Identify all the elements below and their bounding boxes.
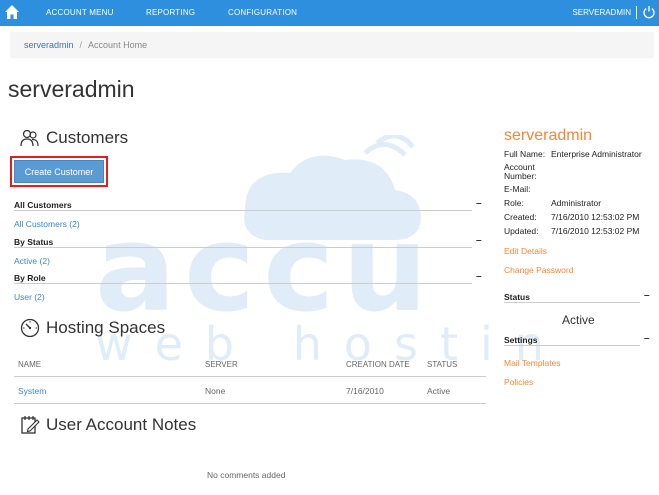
divider [14, 283, 472, 284]
breadcrumb-separator: / [79, 40, 83, 50]
label-account-number: Account Number: [504, 162, 537, 181]
edit-details-link[interactable]: Edit Details [504, 246, 547, 256]
hosting-spaces-heading: Hosting Spaces [46, 318, 166, 337]
link-active[interactable]: Active (2) [14, 256, 50, 266]
nav-reporting[interactable]: REPORTING [146, 8, 195, 17]
divider [14, 247, 472, 248]
collapse-status[interactable]: – [644, 290, 650, 301]
label-role: Role: [504, 198, 524, 208]
divider [14, 210, 472, 211]
notes-heading: User Account Notes [46, 415, 197, 434]
table-header-divider [14, 376, 486, 377]
status-heading: Status [504, 292, 530, 302]
no-comments-text: No comments added [207, 470, 286, 480]
collapse-all-customers[interactable]: – [476, 198, 482, 209]
nav-account-menu[interactable]: ACCOUNT MENU [46, 8, 114, 17]
breadcrumb-link-serveradmin[interactable]: serveradmin [24, 40, 74, 50]
collapse-settings[interactable]: – [644, 333, 650, 344]
breadcrumb: serveradmin / Account Home [10, 32, 654, 58]
hosting-space-date: 7/16/2010 [346, 386, 384, 396]
gauge-icon [20, 318, 40, 338]
hosting-space-server: None [205, 386, 226, 396]
hosting-space-status: Active [427, 386, 451, 396]
settings-heading: Settings [504, 335, 538, 345]
divider [504, 302, 640, 303]
hosting-space-name-link[interactable]: System [18, 386, 46, 396]
link-all-customers[interactable]: All Customers (2) [14, 219, 80, 229]
value-created: 7/16/2010 12:53:02 PM [551, 212, 640, 222]
mail-templates-link[interactable]: Mail Templates [504, 358, 561, 368]
column-header-creation-date[interactable]: CREATION DATE [346, 360, 410, 369]
account-title: serveradmin [504, 127, 593, 144]
breadcrumb-current: Account Home [88, 40, 148, 50]
group-by-status: By Status [14, 237, 54, 247]
label-full-name: Full Name: [504, 149, 546, 159]
link-user[interactable]: User (2) [14, 292, 45, 302]
value-full-name: Enterprise Administrator [551, 149, 642, 159]
nav-divider [636, 6, 637, 19]
label-updated: Updated: [504, 226, 539, 236]
top-nav-bar: ACCOUNT MENU REPORTING CONFIGURATION SER… [0, 0, 659, 26]
power-icon[interactable] [642, 5, 656, 19]
value-role: Administrator [551, 198, 602, 208]
collapse-by-status[interactable]: – [476, 235, 482, 246]
column-header-name[interactable]: NAME [18, 360, 41, 369]
group-all-customers: All Customers [14, 200, 72, 210]
collapse-by-role[interactable]: – [476, 271, 482, 282]
label-created: Created: [504, 212, 537, 222]
value-updated: 7/16/2010 12:53:02 PM [551, 226, 640, 236]
home-icon[interactable] [4, 4, 20, 20]
create-customer-button[interactable]: Create Customer [14, 160, 104, 183]
change-password-link[interactable]: Change Password [504, 265, 573, 275]
table-row-divider [14, 403, 486, 404]
nav-user-menu[interactable]: SERVERADMIN [572, 8, 631, 17]
label-email: E-Mail: [504, 184, 531, 194]
nav-configuration[interactable]: CONFIGURATION [228, 8, 297, 17]
page-title: serveradmin [8, 76, 135, 102]
column-header-status[interactable]: STATUS [427, 360, 457, 369]
column-header-server[interactable]: SERVER [205, 360, 238, 369]
notes-icon [21, 416, 40, 434]
divider [504, 345, 640, 346]
customers-icon [20, 129, 39, 147]
group-by-role: By Role [14, 273, 46, 283]
customers-heading: Customers [46, 128, 129, 147]
account-status-value: Active [562, 313, 595, 327]
policies-link[interactable]: Policies [504, 377, 533, 387]
